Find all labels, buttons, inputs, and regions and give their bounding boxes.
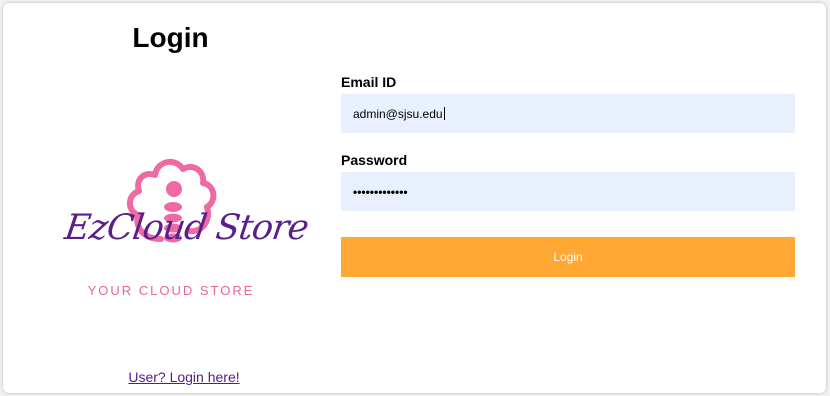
login-button-label: Login (553, 250, 583, 264)
password-label: Password (341, 152, 408, 168)
password-field[interactable]: ••••••••••••• (341, 172, 795, 211)
login-button[interactable]: Login (341, 237, 795, 277)
text-caret (443, 107, 445, 120)
brand-tagline: YOUR CLOUD STORE (87, 283, 255, 298)
email-value: admin@sjsu.edu (353, 106, 443, 121)
cloud-logo-icon (126, 158, 217, 243)
brand-name: EzCloud Store (62, 208, 311, 248)
email-label: Email ID (341, 74, 397, 90)
email-field[interactable]: admin@sjsu.edu (341, 94, 795, 133)
login-card: Login EzCloud Store YOUR CLOUD STORE Ema… (3, 3, 826, 393)
user-login-link[interactable]: User? Login here! (3, 369, 365, 385)
page-title: Login (132, 22, 209, 53)
password-value: ••••••••••••• (353, 184, 408, 199)
